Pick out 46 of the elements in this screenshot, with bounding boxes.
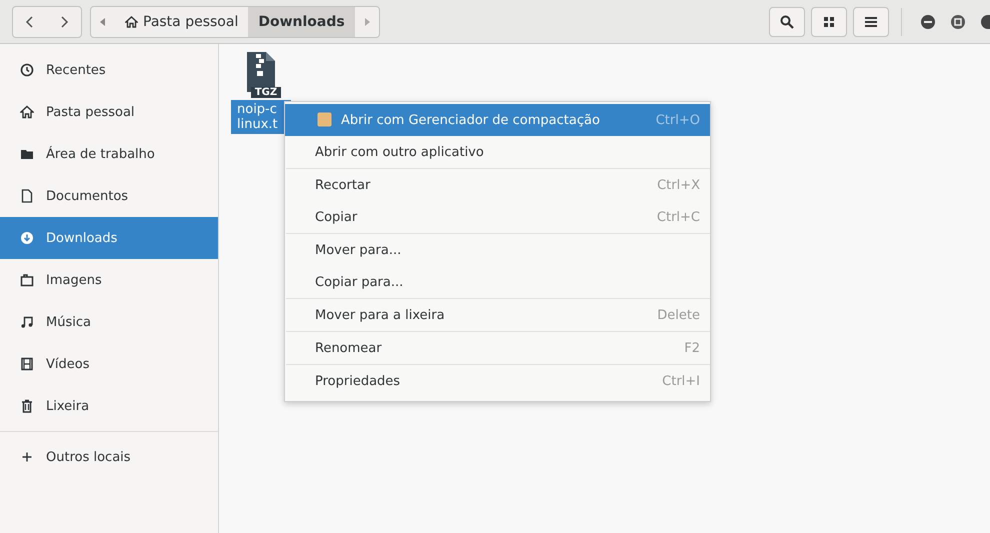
close-button[interactable] — [980, 14, 990, 30]
film-icon — [20, 357, 34, 371]
menu-item[interactable]: Recortar Ctrl+X — [285, 169, 710, 201]
menu-item[interactable]: Renomear F2 — [285, 332, 710, 364]
plus-icon — [20, 450, 34, 464]
menu-item[interactable]: Abrir com Gerenciador de compactação Ctrl+O — [285, 104, 710, 136]
file-type-label: TGZ — [250, 87, 282, 98]
file-item[interactable]: TGZ noip-c linux.t — [231, 52, 291, 134]
sidebar-item[interactable]: Imagens — [0, 259, 218, 301]
sidebar-item[interactable]: Documentos — [0, 175, 218, 217]
sidebar-item[interactable]: Recentes — [0, 49, 218, 91]
sidebar-item[interactable]: Música — [0, 301, 218, 343]
menu-item[interactable]: Mover para a lixeira Delete — [285, 299, 710, 331]
grid-icon — [824, 16, 834, 26]
grid-view-button[interactable] — [811, 6, 847, 36]
menu-button[interactable] — [853, 6, 889, 36]
back-icon — [25, 16, 35, 28]
menu-item[interactable]: Copiar para... — [285, 266, 710, 298]
path-segment[interactable]: Pasta pessoal — [115, 6, 248, 36]
minimize-button[interactable] — [920, 14, 936, 30]
menu-item[interactable]: Copiar Ctrl+C — [285, 201, 710, 233]
sidebar-item[interactable]: Downloads — [0, 217, 218, 259]
document-icon — [20, 189, 34, 203]
menu-item[interactable]: Abrir com outro aplicativo — [285, 136, 710, 168]
sidebar-item[interactable]: Outros locais — [0, 436, 218, 478]
music-note-icon — [20, 315, 34, 329]
search-icon — [780, 14, 794, 28]
sidebar-item[interactable]: Pasta pessoal — [0, 91, 218, 133]
right-triangle-icon — [364, 18, 370, 26]
clock-icon — [20, 63, 34, 77]
sidebar-item[interactable]: Área de trabalho — [0, 133, 218, 175]
trash-icon — [20, 399, 34, 413]
forward-icon — [59, 16, 69, 28]
sidebar-item[interactable]: Vídeos — [0, 343, 218, 385]
menu-item[interactable]: Mover para... — [285, 234, 710, 266]
sidebar-item[interactable]: Lixeira — [0, 385, 218, 427]
menu-item[interactable]: Propriedades Ctrl+I — [285, 365, 710, 397]
search-button[interactable] — [769, 6, 805, 36]
left-triangle-icon — [100, 18, 106, 26]
path-segment[interactable]: Downloads — [248, 6, 355, 36]
home-icon — [125, 16, 138, 28]
folder-icon — [20, 147, 34, 161]
home-icon — [20, 105, 34, 119]
maximize-button[interactable] — [950, 14, 966, 30]
menu-icon — [865, 16, 877, 26]
download-icon — [20, 231, 34, 245]
